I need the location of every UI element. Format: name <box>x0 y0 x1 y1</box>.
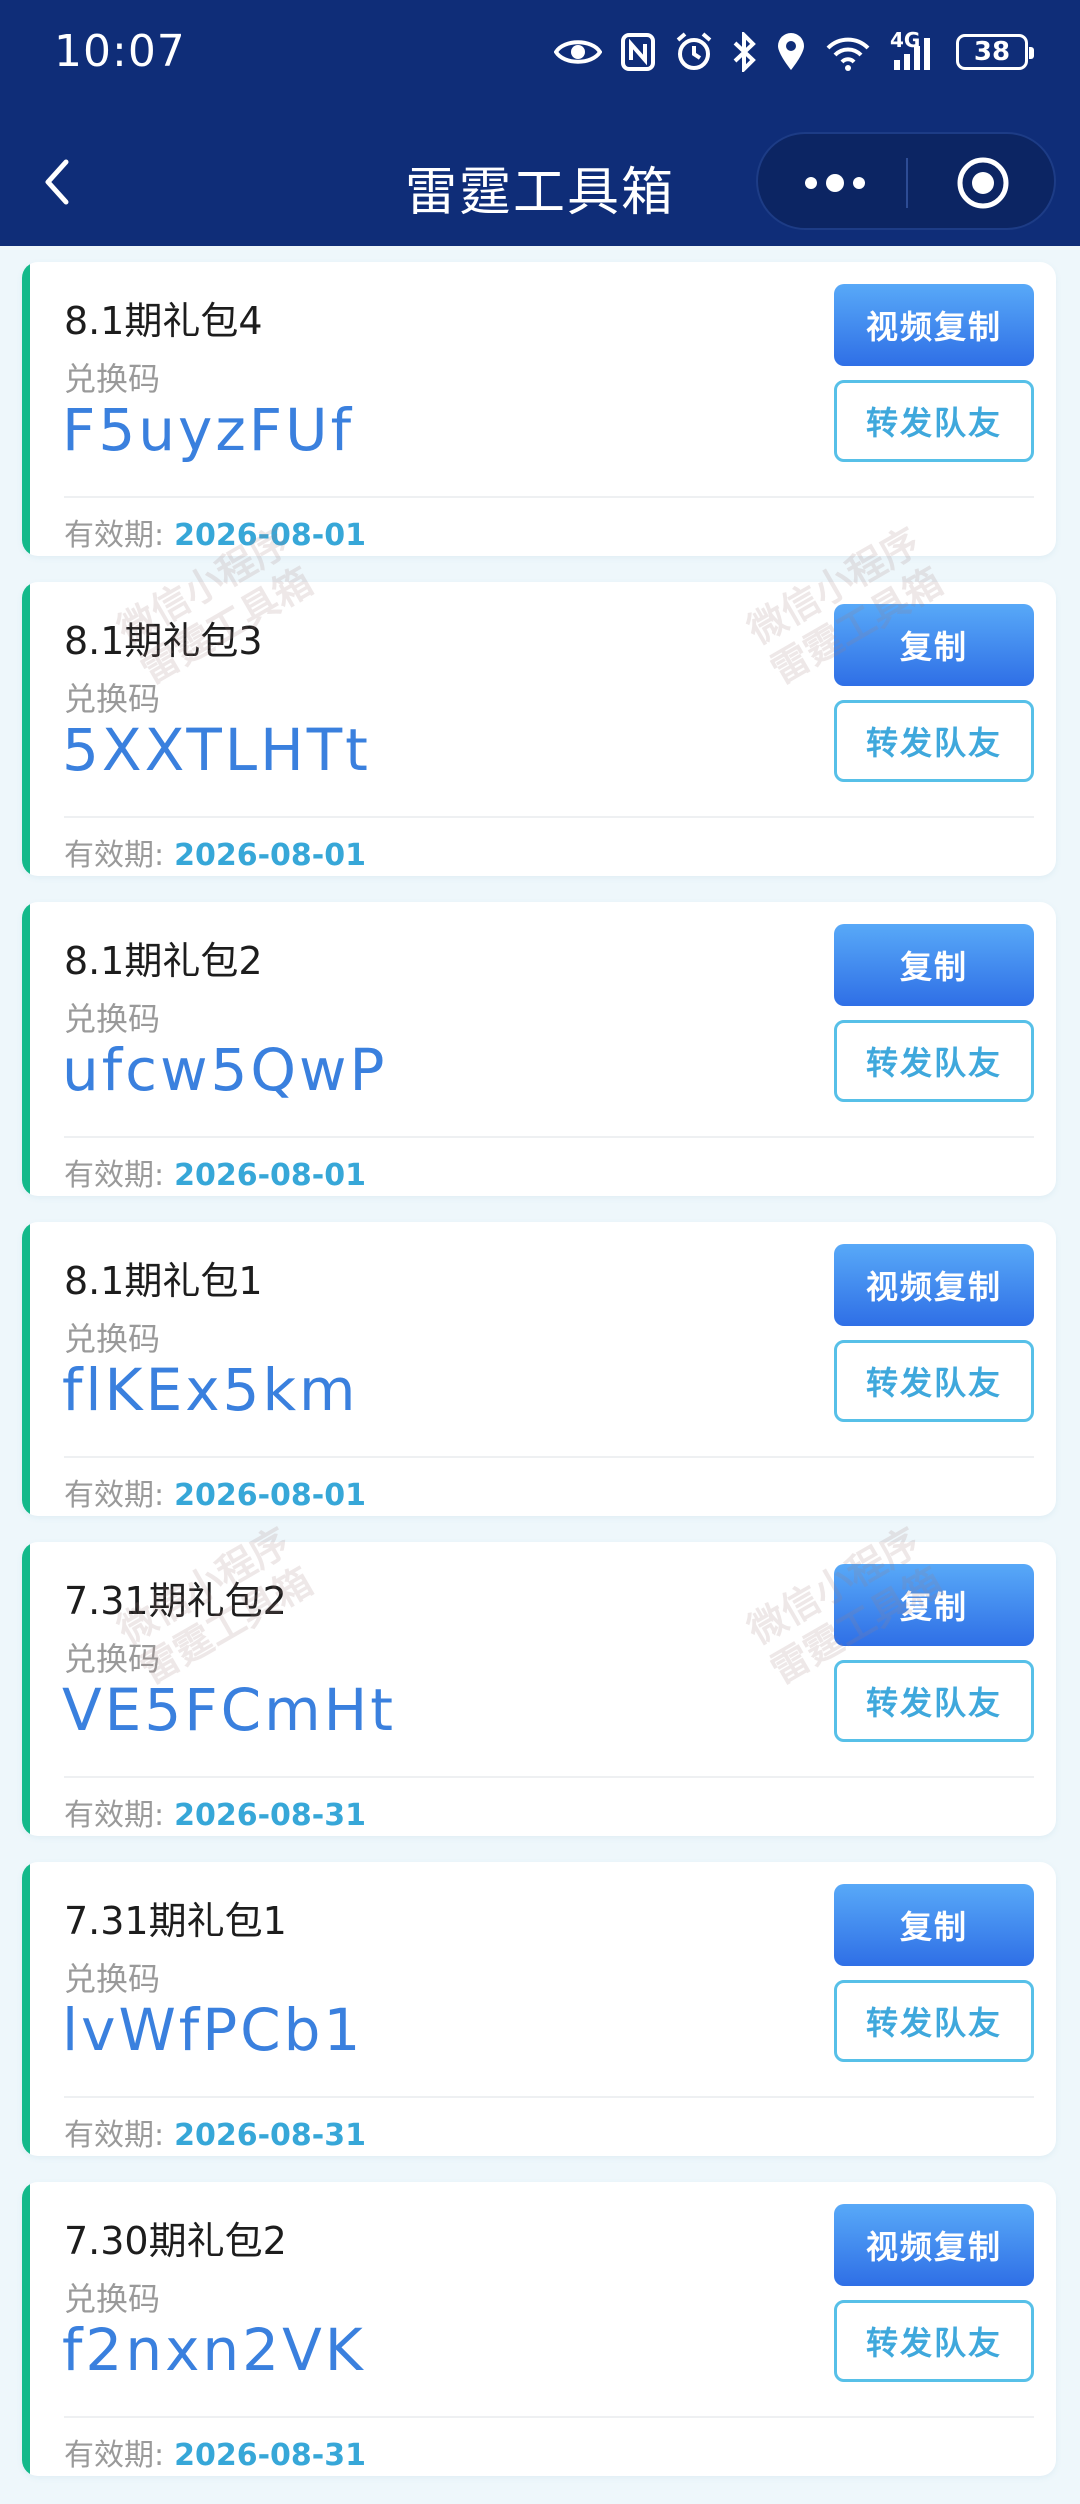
expiry-label: 有效期: <box>64 2438 165 2473</box>
expiry-date: 2026-08-01 <box>174 1158 367 1193</box>
expiry-date: 2026-08-01 <box>174 838 367 873</box>
card-accent-bar <box>22 1222 30 1516</box>
gift-title: 7.31期礼包1 <box>64 1899 287 1943</box>
code-label: 兑换码 <box>64 2280 161 2318</box>
capsule-divider <box>906 158 908 208</box>
copy-button[interactable]: 复制 <box>834 1884 1034 1966</box>
battery-icon: 38 <box>956 34 1034 70</box>
card-accent-bar <box>22 1542 30 1836</box>
expiry-date: 2026-08-01 <box>174 518 367 553</box>
card-divider <box>64 1776 1034 1778</box>
expiry-row: 有效期: 2026-08-01 <box>64 830 366 874</box>
target-icon[interactable] <box>956 156 1010 210</box>
wifi-icon <box>826 37 870 71</box>
header: 10:07 4G 38 雷霆工具箱 <box>0 0 1080 246</box>
card-accent-bar <box>22 2182 30 2476</box>
eye-icon <box>554 40 602 64</box>
card-divider <box>64 2096 1034 2098</box>
expiry-date: 2026-08-31 <box>174 2118 367 2153</box>
copy-button[interactable]: 视频复制 <box>834 284 1034 366</box>
expiry-row: 有效期: 2026-08-31 <box>64 1790 366 1834</box>
code-label: 兑换码 <box>64 1320 161 1358</box>
location-icon <box>778 33 804 70</box>
redeem-code: f2nxn2VK <box>62 2316 366 2384</box>
nfc-icon <box>621 33 655 71</box>
expiry-label: 有效期: <box>64 1158 165 1193</box>
status-bar: 10:07 4G 38 <box>0 0 1080 104</box>
copy-button[interactable]: 复制 <box>834 924 1034 1006</box>
card-divider <box>64 1456 1034 1458</box>
expiry-label: 有效期: <box>64 1478 165 1513</box>
share-teammate-button[interactable]: 转发队友 <box>834 1020 1034 1102</box>
expiry-row: 有效期: 2026-08-01 <box>64 1470 366 1514</box>
expiry-label: 有效期: <box>64 518 165 553</box>
redeem-code: F5uyzFUf <box>62 396 355 464</box>
gift-card: 8.1期礼包4 兑换码 F5uyzFUf 有效期: 2026-08-01 视频复制… <box>22 262 1056 556</box>
redeem-code: lvWfPCb1 <box>62 1996 364 2064</box>
copy-button[interactable]: 复制 <box>834 604 1034 686</box>
gift-title: 8.1期礼包2 <box>64 939 263 983</box>
gift-card: 7.30期礼包2 兑换码 f2nxn2VK 有效期: 2026-08-31 视频复… <box>22 2182 1056 2476</box>
gift-card: 7.31期礼包1 兑换码 lvWfPCb1 有效期: 2026-08-31 复制 … <box>22 1862 1056 2156</box>
mini-program-capsule <box>756 132 1056 230</box>
share-teammate-button[interactable]: 转发队友 <box>834 1980 1034 2062</box>
card-accent-bar <box>22 1862 30 2156</box>
gift-card: 7.31期礼包2 兑换码 VE5FCmHt 有效期: 2026-08-31 复制 … <box>22 1542 1056 1836</box>
gift-title: 7.30期礼包2 <box>64 2219 287 2263</box>
signal-icon <box>894 38 930 70</box>
expiry-row: 有效期: 2026-08-31 <box>64 2430 366 2474</box>
expiry-row: 有效期: 2026-08-01 <box>64 1150 366 1194</box>
card-divider <box>64 1136 1034 1138</box>
status-time: 10:07 <box>54 26 186 77</box>
card-accent-bar <box>22 582 30 876</box>
card-accent-bar <box>22 262 30 556</box>
copy-button[interactable]: 视频复制 <box>834 1244 1034 1326</box>
nav-bar: 雷霆工具箱 <box>0 132 1080 232</box>
status-icons: 4G 38 <box>554 28 1034 76</box>
copy-button[interactable]: 复制 <box>834 1564 1034 1646</box>
gift-card: 8.1期礼包3 兑换码 5XXTLHTt 有效期: 2026-08-01 复制 转… <box>22 582 1056 876</box>
share-teammate-button[interactable]: 转发队友 <box>834 1340 1034 1422</box>
expiry-date: 2026-08-31 <box>174 2438 367 2473</box>
bluetooth-icon <box>733 32 756 72</box>
card-divider <box>64 816 1034 818</box>
gift-title: 8.1期礼包3 <box>64 619 263 663</box>
gift-card: 8.1期礼包2 兑换码 ufcw5QwP 有效期: 2026-08-01 复制 转… <box>22 902 1056 1196</box>
more-dots-icon[interactable] <box>802 172 868 194</box>
redeem-code: flKEx5km <box>62 1356 359 1424</box>
gift-title: 7.31期礼包2 <box>64 1579 287 1623</box>
copy-button[interactable]: 视频复制 <box>834 2204 1034 2286</box>
card-accent-bar <box>22 902 30 1196</box>
code-label: 兑换码 <box>64 680 161 718</box>
code-label: 兑换码 <box>64 1960 161 1998</box>
card-divider <box>64 496 1034 498</box>
expiry-date: 2026-08-31 <box>174 1798 367 1833</box>
gift-title: 8.1期礼包4 <box>64 299 263 343</box>
card-divider <box>64 2416 1034 2418</box>
expiry-date: 2026-08-01 <box>174 1478 367 1513</box>
network-type: 4G <box>890 28 938 72</box>
redeem-code: ufcw5QwP <box>62 1036 388 1104</box>
code-label: 兑换码 <box>64 1000 161 1038</box>
share-teammate-button[interactable]: 转发队友 <box>834 700 1034 782</box>
expiry-label: 有效期: <box>64 838 165 873</box>
gift-title: 8.1期礼包1 <box>64 1259 263 1303</box>
code-label: 兑换码 <box>64 1640 161 1678</box>
redeem-code: VE5FCmHt <box>62 1676 396 1744</box>
alarm-icon <box>676 32 712 70</box>
expiry-row: 有效期: 2026-08-01 <box>64 510 366 554</box>
share-teammate-button[interactable]: 转发队友 <box>834 2300 1034 2382</box>
screen: 10:07 4G 38 雷霆工具箱 8.1期礼包4 兑换码 F5uyzFUf 有… <box>0 0 1080 2504</box>
code-label: 兑换码 <box>64 360 161 398</box>
expiry-label: 有效期: <box>64 2118 165 2153</box>
redeem-code: 5XXTLHTt <box>62 716 371 784</box>
share-teammate-button[interactable]: 转发队友 <box>834 1660 1034 1742</box>
share-teammate-button[interactable]: 转发队友 <box>834 380 1034 462</box>
gift-card: 8.1期礼包1 兑换码 flKEx5km 有效期: 2026-08-01 视频复制… <box>22 1222 1056 1516</box>
expiry-row: 有效期: 2026-08-31 <box>64 2110 366 2154</box>
expiry-label: 有效期: <box>64 1798 165 1833</box>
